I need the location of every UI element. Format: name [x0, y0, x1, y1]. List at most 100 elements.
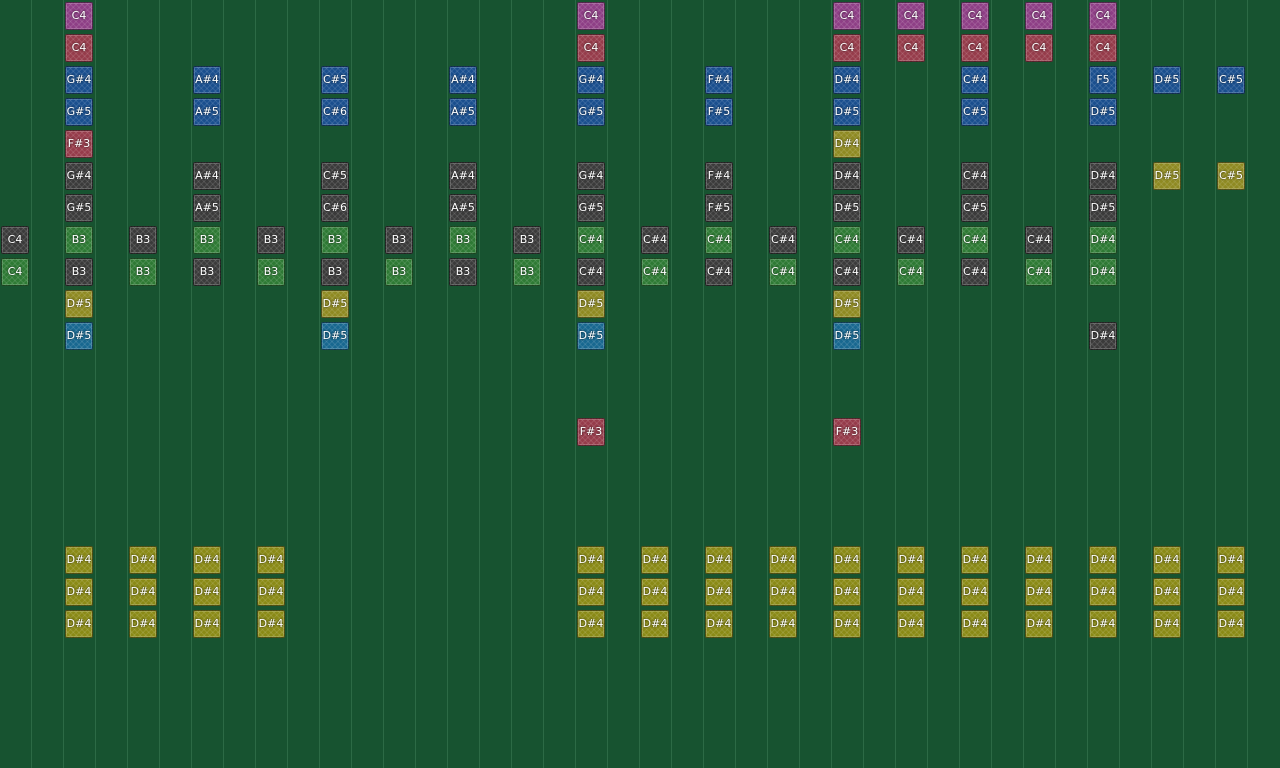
note-block[interactable]: D#4: [1153, 610, 1181, 638]
note-block[interactable]: C#5: [961, 98, 989, 126]
note-block[interactable]: B3: [321, 258, 349, 286]
note-block[interactable]: C4: [1, 258, 29, 286]
note-block[interactable]: C#4: [961, 66, 989, 94]
note-block[interactable]: D#4: [961, 546, 989, 574]
note-block[interactable]: D#4: [705, 610, 733, 638]
note-block[interactable]: C4: [961, 34, 989, 62]
note-block[interactable]: C4: [833, 2, 861, 30]
note-block[interactable]: D#4: [193, 546, 221, 574]
note-block[interactable]: D#4: [769, 546, 797, 574]
note-block[interactable]: A#4: [193, 66, 221, 94]
note-block[interactable]: D#4: [833, 546, 861, 574]
note-block[interactable]: D#4: [961, 610, 989, 638]
note-block[interactable]: G#4: [577, 162, 605, 190]
note-block[interactable]: C#4: [641, 226, 669, 254]
note-block[interactable]: G#4: [65, 66, 93, 94]
note-block[interactable]: C#4: [641, 258, 669, 286]
note-block[interactable]: F#3: [833, 418, 861, 446]
note-block[interactable]: C#5: [1217, 66, 1245, 94]
note-block[interactable]: C#5: [1217, 162, 1245, 190]
note-block[interactable]: G#5: [65, 194, 93, 222]
note-block[interactable]: D#4: [641, 546, 669, 574]
note-block[interactable]: C4: [1, 226, 29, 254]
note-block[interactable]: D#4: [769, 578, 797, 606]
note-block[interactable]: A#4: [449, 162, 477, 190]
note-block[interactable]: D#4: [129, 610, 157, 638]
note-block[interactable]: C#4: [705, 226, 733, 254]
note-block[interactable]: C4: [577, 34, 605, 62]
note-block[interactable]: B3: [385, 258, 413, 286]
note-block[interactable]: D#4: [833, 610, 861, 638]
note-block[interactable]: D#4: [1153, 546, 1181, 574]
note-block[interactable]: D#4: [1089, 578, 1117, 606]
note-block[interactable]: C#4: [1025, 226, 1053, 254]
note-block[interactable]: D#4: [1089, 226, 1117, 254]
note-block[interactable]: F#3: [65, 130, 93, 158]
note-block[interactable]: D#4: [1025, 546, 1053, 574]
note-block[interactable]: B3: [385, 226, 413, 254]
note-block[interactable]: A#5: [193, 98, 221, 126]
note-grid[interactable]: C4 C4 C4 C4 G#4 G#5 F#3 G#4 G#5 B3 B3 D#5 D#5 D#4 D#4 D…: [0, 0, 1280, 768]
note-block[interactable]: C4: [1089, 34, 1117, 62]
note-block[interactable]: C#4: [833, 226, 861, 254]
note-block[interactable]: D#4: [769, 610, 797, 638]
note-block[interactable]: D#4: [1089, 322, 1117, 350]
note-block[interactable]: C#4: [897, 258, 925, 286]
note-block[interactable]: D#5: [65, 322, 93, 350]
note-block[interactable]: D#4: [1025, 578, 1053, 606]
note-block[interactable]: B3: [65, 258, 93, 286]
note-block[interactable]: D#4: [833, 578, 861, 606]
note-block[interactable]: D#4: [961, 578, 989, 606]
note-block[interactable]: G#5: [65, 98, 93, 126]
note-block[interactable]: G#5: [577, 194, 605, 222]
note-block[interactable]: D#4: [65, 610, 93, 638]
note-block[interactable]: B3: [449, 258, 477, 286]
note-block[interactable]: D#4: [705, 546, 733, 574]
note-block[interactable]: C4: [1089, 2, 1117, 30]
note-block[interactable]: C#4: [577, 258, 605, 286]
note-block[interactable]: A#5: [449, 98, 477, 126]
note-block[interactable]: D#4: [1089, 162, 1117, 190]
note-block[interactable]: D#4: [705, 578, 733, 606]
note-block[interactable]: B3: [513, 258, 541, 286]
note-block[interactable]: F#5: [705, 194, 733, 222]
note-block[interactable]: D#4: [833, 66, 861, 94]
note-block[interactable]: F#4: [705, 162, 733, 190]
note-block[interactable]: D#5: [833, 290, 861, 318]
note-block[interactable]: A#4: [449, 66, 477, 94]
note-block[interactable]: D#4: [193, 610, 221, 638]
note-block[interactable]: C4: [1025, 34, 1053, 62]
note-block[interactable]: D#5: [833, 194, 861, 222]
note-block[interactable]: C#4: [961, 162, 989, 190]
note-block[interactable]: D#4: [257, 610, 285, 638]
note-block[interactable]: D#4: [129, 578, 157, 606]
note-block[interactable]: B3: [193, 226, 221, 254]
note-block[interactable]: A#5: [449, 194, 477, 222]
note-block[interactable]: C#6: [321, 98, 349, 126]
note-block[interactable]: C#4: [1025, 258, 1053, 286]
note-block[interactable]: D#5: [65, 290, 93, 318]
note-block[interactable]: C#6: [321, 194, 349, 222]
note-block[interactable]: D#5: [833, 322, 861, 350]
note-block[interactable]: D#5: [577, 322, 605, 350]
note-block[interactable]: D#5: [577, 290, 605, 318]
note-block[interactable]: D#4: [65, 546, 93, 574]
note-block[interactable]: C4: [65, 2, 93, 30]
note-block[interactable]: B3: [513, 226, 541, 254]
note-block[interactable]: B3: [129, 258, 157, 286]
note-block[interactable]: C4: [897, 34, 925, 62]
note-block[interactable]: D#5: [1153, 162, 1181, 190]
note-block[interactable]: B3: [257, 226, 285, 254]
note-block[interactable]: D#5: [321, 290, 349, 318]
note-block[interactable]: C#4: [833, 258, 861, 286]
note-block[interactable]: G#4: [65, 162, 93, 190]
note-block[interactable]: F#5: [705, 98, 733, 126]
note-block[interactable]: F#4: [705, 66, 733, 94]
note-block[interactable]: D#4: [193, 578, 221, 606]
note-block[interactable]: D#4: [1089, 258, 1117, 286]
note-block[interactable]: D#4: [1217, 610, 1245, 638]
note-block[interactable]: D#5: [1089, 194, 1117, 222]
note-block[interactable]: B3: [193, 258, 221, 286]
note-block[interactable]: D#4: [1217, 578, 1245, 606]
note-block[interactable]: B3: [129, 226, 157, 254]
